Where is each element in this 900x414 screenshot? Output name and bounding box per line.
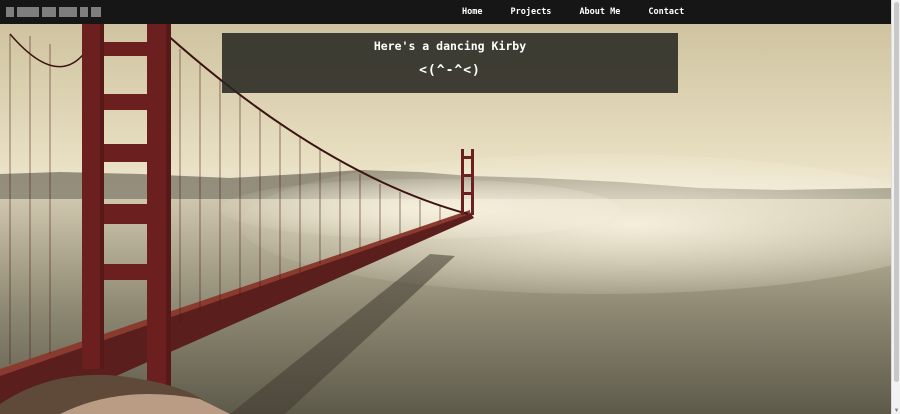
nav-link-about[interactable]: About Me (579, 7, 620, 17)
kirby-emoticon: <(^-^<) (419, 63, 481, 78)
nav-link-contact[interactable]: Contact (648, 7, 684, 17)
top-navbar: Home Projects About Me Contact (0, 0, 891, 24)
scrollbar-thumb[interactable] (894, 2, 899, 382)
page: Home Projects About Me Contact Here's a … (0, 0, 891, 414)
nav-links: Home Projects About Me Contact (462, 0, 712, 24)
hero-banner: Here's a dancing Kirby <(^-^<) (222, 33, 678, 93)
banner-headline: Here's a dancing Kirby (373, 39, 527, 53)
vertical-scrollbar[interactable]: ▲ ▼ (891, 0, 900, 414)
nav-link-projects[interactable]: Projects (510, 7, 551, 17)
arrow-down-icon[interactable]: ▼ (893, 407, 900, 414)
nav-link-home[interactable]: Home (462, 7, 482, 17)
site-logo[interactable] (6, 6, 126, 18)
